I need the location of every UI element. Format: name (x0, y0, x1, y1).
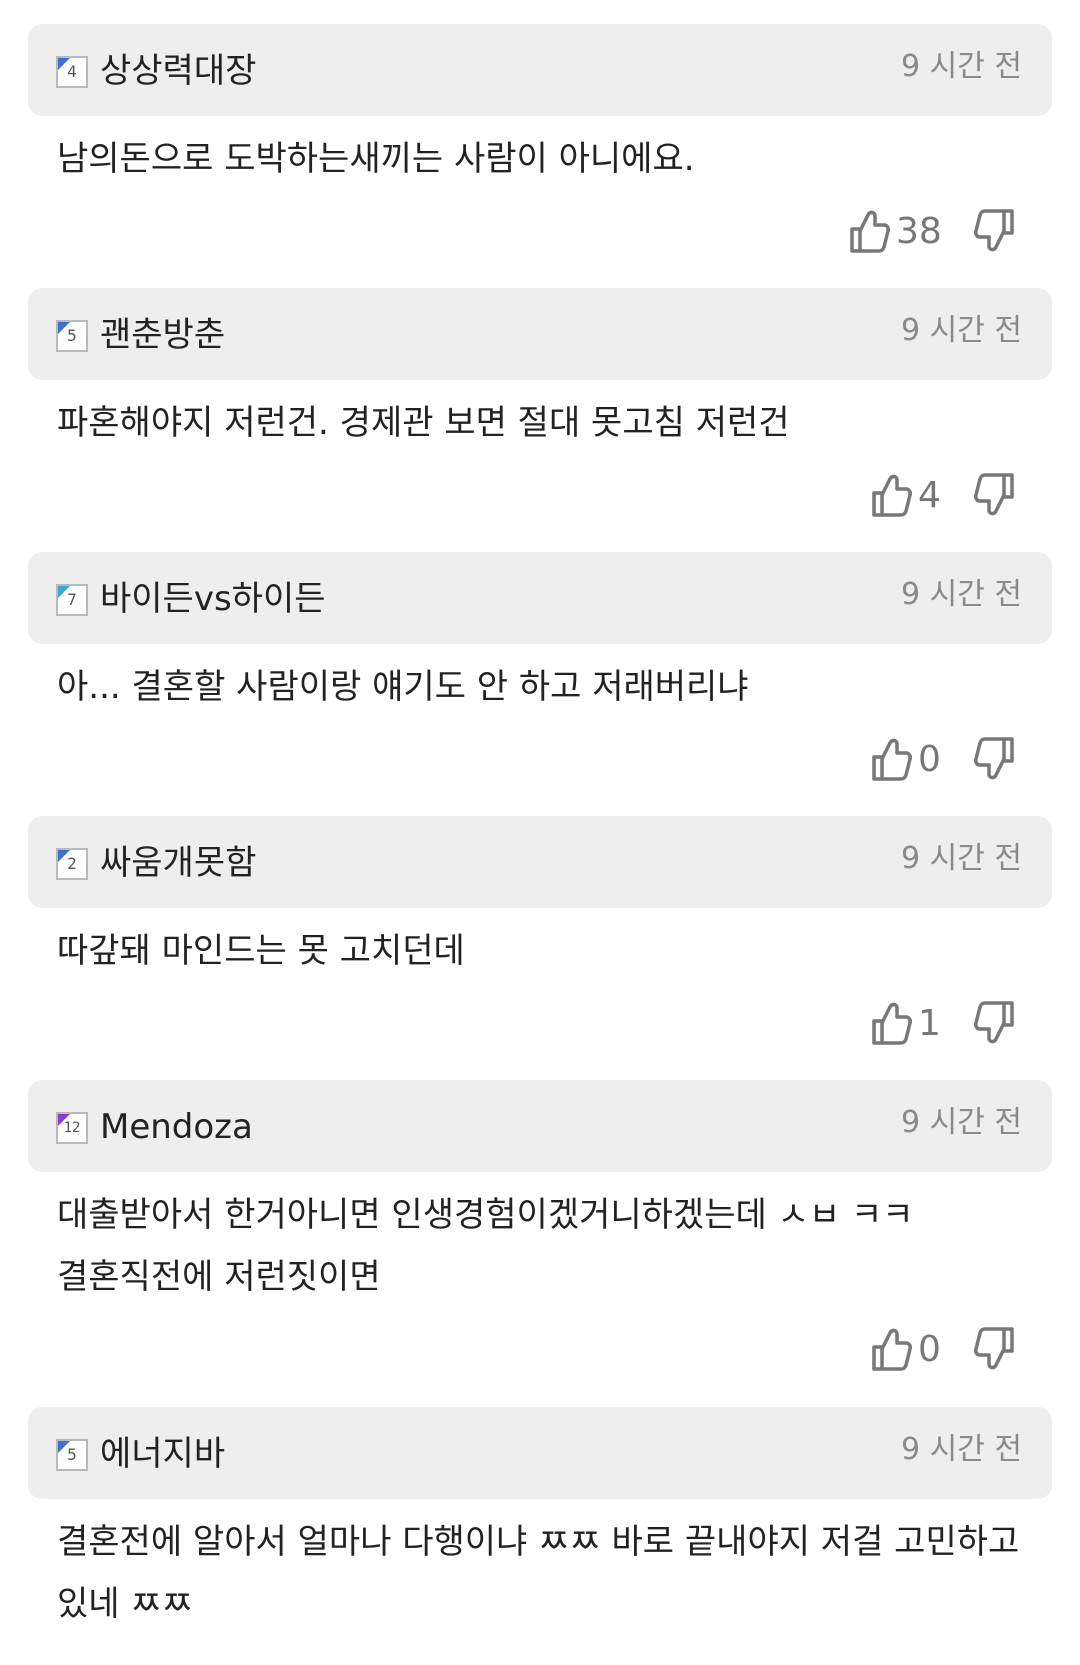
username[interactable]: 싸움개못함 (100, 842, 256, 884)
comment-text: 아... 결혼할 사람이랑 얘기도 안 하고 저래버리냐 (57, 667, 749, 707)
timestamp: 9 시간 전 (901, 313, 1022, 348)
username[interactable]: 상상력대장 (100, 50, 256, 92)
timestamp: 9 시간 전 (901, 49, 1022, 84)
like-count: 0 (918, 739, 941, 780)
thumbs-down-icon (974, 209, 1014, 252)
comment-header: 12 Mendoza 9 시간 전 (28, 1080, 1052, 1172)
thumbs-down-icon (974, 737, 1014, 780)
dislike-button[interactable] (974, 207, 1020, 257)
thumbs-down-icon (974, 473, 1014, 516)
level-badge-icon: 7 (56, 584, 88, 616)
thumbs-down-icon (974, 1327, 1014, 1370)
comment-text: 따갚돼 마인드는 못 고치던데 (57, 931, 465, 971)
timestamp: 9 시간 전 (901, 841, 1022, 876)
thumbs-up-icon (872, 738, 912, 781)
comment-text: 남의돈으로 도박하는새끼는 사람이 아니에요. (57, 139, 695, 179)
level-number: 5 (67, 1445, 77, 1464)
like-count: 0 (918, 1329, 941, 1370)
comment-header: 5 괜춘방춘 9 시간 전 (28, 288, 1052, 380)
level-number: 7 (67, 590, 77, 609)
dislike-button[interactable] (974, 735, 1020, 785)
username[interactable]: 바이든vs하이든 (100, 578, 326, 620)
thumbs-up-icon (872, 474, 912, 517)
like-button[interactable]: 0 (870, 1325, 941, 1375)
level-number: 2 (67, 854, 77, 873)
thumbs-up-icon (850, 210, 890, 253)
timestamp: 9 시간 전 (901, 1105, 1022, 1140)
level-badge-icon: 4 (56, 56, 88, 88)
like-count: 4 (918, 475, 941, 516)
level-badge-icon: 5 (56, 320, 88, 352)
comment-text: 결혼전에 알아서 얼마나 다행이냐 ㅉㅉ 바로 끝내야지 저걸 고민하고 있네 … (57, 1522, 1020, 1624)
level-number: 12 (63, 1120, 81, 1136)
username[interactable]: Mendoza (100, 1106, 253, 1148)
like-count: 1 (918, 1003, 941, 1044)
username[interactable]: 괜춘방춘 (100, 314, 225, 356)
level-badge-icon: 12 (56, 1112, 88, 1144)
like-button[interactable]: 0 (870, 735, 941, 785)
comment-header: 5 에너지바 9 시간 전 (28, 1407, 1052, 1499)
dislike-button[interactable] (974, 1325, 1020, 1375)
dislike-button[interactable] (974, 999, 1020, 1049)
level-badge-icon: 2 (56, 848, 88, 880)
comment-header: 2 싸움개못함 9 시간 전 (28, 816, 1052, 908)
like-button[interactable]: 1 (870, 999, 941, 1049)
timestamp: 9 시간 전 (901, 1432, 1022, 1467)
comment-header: 7 바이든vs하이든 9 시간 전 (28, 552, 1052, 644)
thumbs-down-icon (974, 1001, 1014, 1044)
thumbs-up-icon (872, 1328, 912, 1371)
level-number: 5 (67, 326, 77, 345)
comment-text: 파혼해야지 저런건. 경제관 보면 절대 못고침 저런건 (57, 403, 790, 443)
like-button[interactable]: 38 (848, 207, 942, 257)
timestamp: 9 시간 전 (901, 577, 1022, 612)
like-button[interactable]: 4 (870, 471, 941, 521)
like-count: 38 (896, 211, 942, 252)
comment-header: 4 상상력대장 9 시간 전 (28, 24, 1052, 116)
username[interactable]: 에너지바 (100, 1433, 225, 1475)
level-number: 4 (67, 62, 77, 81)
level-badge-icon: 5 (56, 1439, 88, 1471)
dislike-button[interactable] (974, 471, 1020, 521)
comment-text: 대출받아서 한거아니면 인생경험이겠거니하겠는데 ㅅㅂ ㅋㅋ 결혼직전에 저런짓… (57, 1195, 914, 1297)
thumbs-up-icon (872, 1002, 912, 1045)
